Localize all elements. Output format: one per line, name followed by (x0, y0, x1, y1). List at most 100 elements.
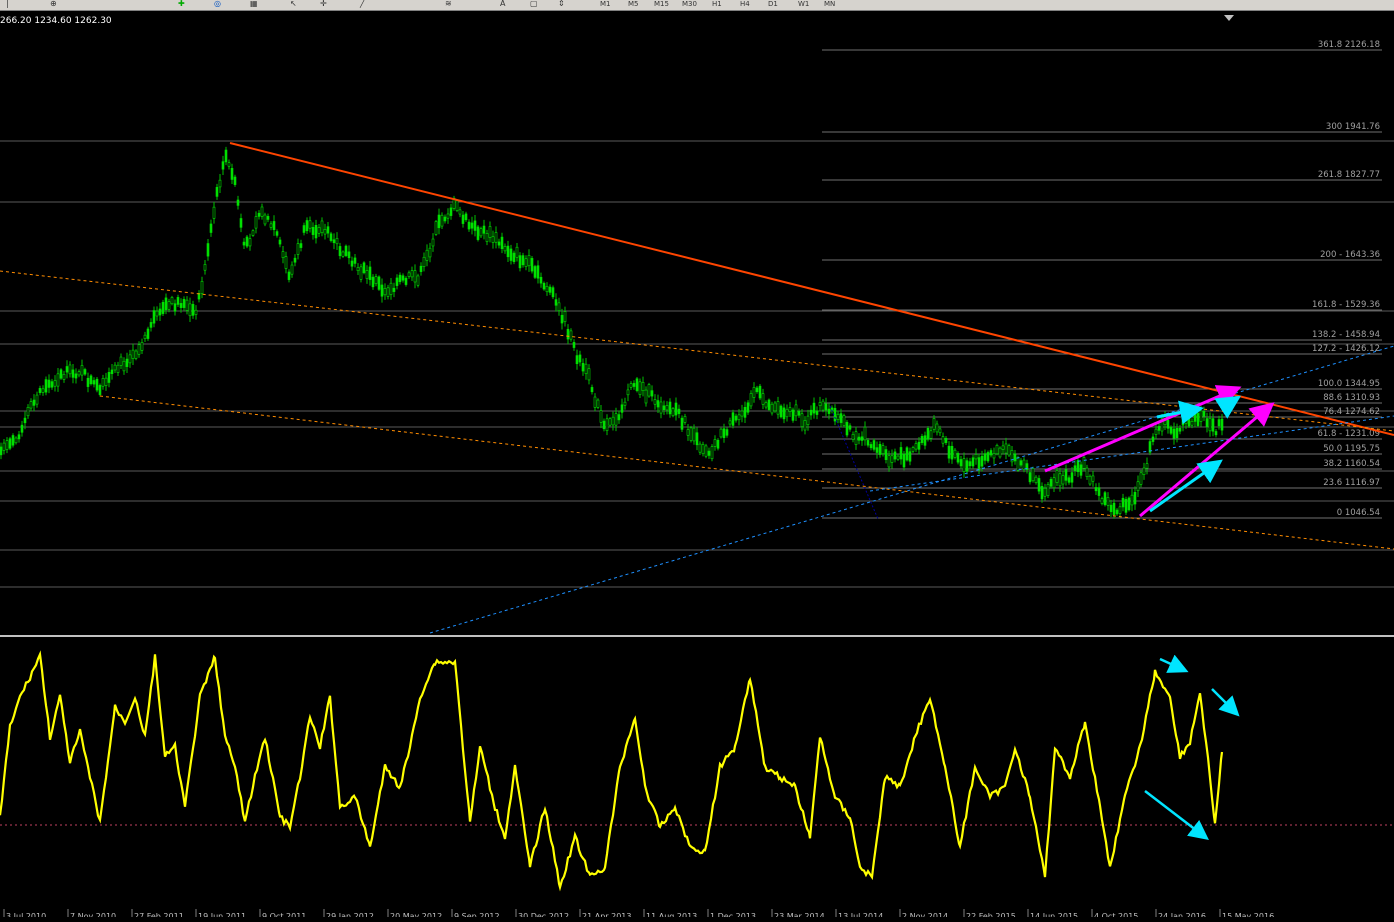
timeframe-w1[interactable]: W1 (798, 0, 809, 8)
candle-body (995, 444, 999, 455)
candle-body (1007, 445, 1011, 456)
price-chart[interactable]: 361.8 2126.18 300 1941.76 261.8 1827.77 200… (0, 11, 1394, 635)
candle-body (1076, 460, 1080, 473)
candle-body (827, 408, 831, 414)
candle-body (1019, 460, 1023, 466)
candle-body (920, 436, 924, 443)
cyan-osc-arrow-2[interactable] (1211, 688, 1240, 717)
candle-body (1088, 475, 1092, 485)
candle-body (1100, 498, 1104, 504)
text-icon[interactable]: A (500, 0, 505, 8)
oscillator-arrows[interactable] (1144, 654, 1240, 841)
oscillator-pane[interactable]: 3 Jul 2010 7 Nov 2010 27 Feb 2011 19 Jun 20… (0, 637, 1394, 917)
candle-body (1034, 476, 1038, 483)
candle-body (35, 394, 39, 405)
candle-body (944, 437, 948, 443)
candle-body (1166, 419, 1170, 429)
candle-body (800, 413, 804, 427)
timeframe-h4[interactable]: H4 (740, 0, 750, 8)
candle-body (314, 225, 318, 239)
zoom-in-icon[interactable]: ⊕ (50, 0, 57, 8)
dark-blue-line[interactable] (829, 405, 879, 520)
candle-body (557, 302, 561, 311)
chart-shift-marker-icon[interactable] (1224, 15, 1234, 21)
timeframe-m15[interactable]: M15 (654, 0, 669, 8)
candle-body (287, 271, 291, 280)
candle-body (1214, 431, 1218, 436)
cyan-osc-arrow-3[interactable] (1144, 790, 1209, 841)
candle-body (185, 299, 189, 311)
candle-body (992, 453, 996, 459)
candle-body (74, 373, 78, 379)
candle-body (662, 405, 666, 411)
refresh-icon[interactable]: ◎ (214, 0, 221, 8)
candle-body (95, 378, 99, 391)
date-tick-label: 27 Feb 2011 (134, 912, 184, 917)
candle-body (305, 220, 309, 232)
candle-body (224, 149, 228, 163)
annotation-arrows[interactable] (1044, 385, 1275, 518)
fib-icon[interactable]: ≋ (445, 0, 452, 8)
candle-body (212, 206, 216, 219)
crosshair-icon[interactable]: ✛ (320, 0, 327, 8)
timeframe-d1[interactable]: D1 (768, 0, 778, 8)
timeframe-h1[interactable]: H1 (712, 0, 722, 8)
candle-body (251, 230, 255, 236)
cyan-arrow-3[interactable] (1149, 459, 1223, 513)
candle-body (1067, 477, 1071, 483)
chart-icon[interactable]: ▦ (250, 0, 258, 8)
candle-body (443, 216, 447, 222)
cursor-icon[interactable]: ↖ (290, 0, 297, 8)
candle-body (740, 410, 744, 417)
date-tick-label: 15 May 2016 (1222, 912, 1274, 917)
candle-body (560, 314, 564, 324)
date-tick-label: 14 Jun 2015 (1030, 912, 1078, 917)
candle-body (311, 227, 315, 235)
arrow-icon[interactable]: ⇕ (558, 0, 565, 8)
candle-body (461, 214, 465, 224)
timeframe-mn[interactable]: MN (824, 0, 835, 8)
date-tick-label: 21 Apr 2013 (582, 912, 631, 917)
label-icon[interactable]: ▢ (530, 0, 538, 8)
candle-body (515, 246, 519, 258)
trendlines[interactable] (0, 142, 1394, 634)
candle-body (950, 446, 954, 460)
new-order-icon[interactable]: ✚ (178, 0, 185, 8)
timeframe-m5[interactable]: M5 (628, 0, 639, 8)
candle-body (1022, 459, 1026, 470)
candle-body (5, 440, 9, 450)
candle-body (893, 451, 897, 460)
candle-body (518, 255, 522, 269)
timeframe-m1[interactable]: M1 (600, 0, 611, 8)
fib-level-label: 300 1941.76 (1326, 122, 1380, 132)
fib-retracement-lines[interactable] (0, 49, 1394, 588)
channel-upper-line[interactable] (0, 270, 1394, 432)
candle-body (743, 407, 747, 418)
candle-body (209, 223, 213, 233)
candle-body (818, 402, 822, 407)
candle-body (38, 388, 42, 393)
candle-body (149, 322, 153, 328)
candle-body (908, 451, 912, 462)
line-icon[interactable]: ╱ (360, 0, 365, 8)
fib-level-label: 138.2 - 1458.94 (1312, 330, 1380, 340)
candle-body (1205, 418, 1209, 427)
candle-body (110, 369, 114, 375)
fib-level-label: 76.4 1274.62 (1323, 407, 1380, 417)
candle-body (497, 241, 501, 246)
candle-body (143, 334, 147, 339)
candle-body (1133, 492, 1137, 505)
candle-body (1127, 497, 1131, 511)
candle-body (89, 375, 93, 385)
candle-body (326, 226, 330, 234)
candle-body (953, 449, 957, 458)
candle-body (575, 355, 579, 365)
timeframe-m30[interactable]: M30 (682, 0, 697, 8)
candle-body (419, 265, 423, 272)
cyan-arrow-1[interactable] (1156, 400, 1204, 425)
candle-body (47, 379, 51, 388)
candle-body (401, 275, 405, 281)
candle-body (1157, 426, 1161, 431)
cyan-osc-arrow-1[interactable] (1159, 654, 1189, 673)
main-downtrend-line[interactable] (229, 142, 1394, 436)
